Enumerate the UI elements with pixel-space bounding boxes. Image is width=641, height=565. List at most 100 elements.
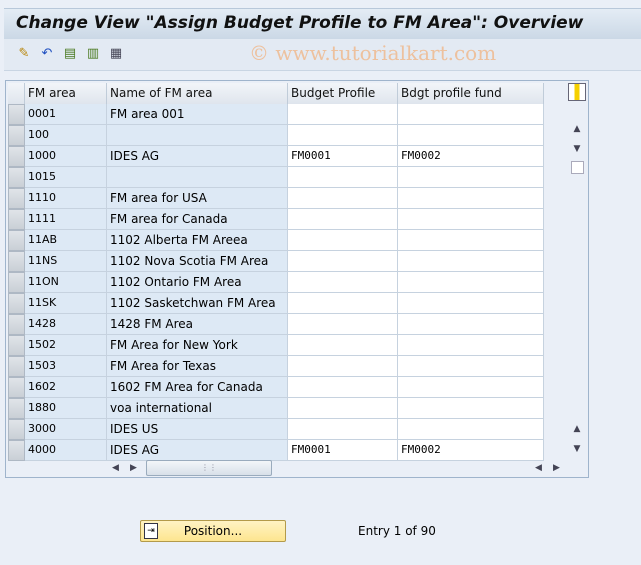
- row-selector[interactable]: [8, 104, 25, 125]
- table-row: 4000 IDES AG FM0001 FM0002: [8, 440, 544, 461]
- cell-budget-profile[interactable]: [288, 104, 398, 125]
- horizontal-scroll-thumb[interactable]: ⋮⋮: [146, 460, 272, 476]
- row-selector[interactable]: [8, 125, 25, 146]
- column-header-fm-area[interactable]: FM area: [25, 83, 107, 104]
- cell-budget-profile[interactable]: [288, 419, 398, 440]
- cell-bdgt-profile-fund[interactable]: [398, 335, 544, 356]
- table-row: 1428 1428 FM Area: [8, 314, 544, 335]
- undo-icon[interactable]: ↶: [39, 46, 55, 62]
- cell-budget-profile[interactable]: [288, 314, 398, 335]
- select-block-icon[interactable]: ▥: [85, 46, 101, 62]
- scroll-left-end-button[interactable]: ◀: [535, 460, 542, 476]
- scroll-up-button[interactable]: ▲: [569, 121, 585, 137]
- cell-bdgt-profile-fund[interactable]: [398, 314, 544, 335]
- cell-name: FM area 001: [107, 104, 288, 125]
- table-row: 1502 FM Area for New York: [8, 335, 544, 356]
- cell-budget-profile[interactable]: [288, 272, 398, 293]
- row-selector[interactable]: [8, 377, 25, 398]
- cell-budget-profile[interactable]: [288, 377, 398, 398]
- cell-budget-profile[interactable]: [288, 335, 398, 356]
- cell-budget-profile[interactable]: [288, 293, 398, 314]
- cell-budget-profile[interactable]: [288, 188, 398, 209]
- cell-bdgt-profile-fund[interactable]: [398, 377, 544, 398]
- cell-bdgt-profile-fund[interactable]: [398, 209, 544, 230]
- cell-bdgt-profile-fund[interactable]: [398, 419, 544, 440]
- table-row: 0001 FM area 001: [8, 104, 544, 125]
- row-selector[interactable]: [8, 230, 25, 251]
- cell-name: voa international: [107, 398, 288, 419]
- cell-budget-profile[interactable]: [288, 167, 398, 188]
- row-selector[interactable]: [8, 419, 25, 440]
- scroll-down-bottom-button[interactable]: ▼: [569, 441, 585, 457]
- row-selector[interactable]: [8, 398, 25, 419]
- column-header-name[interactable]: Name of FM area: [107, 83, 288, 104]
- row-selector[interactable]: [8, 335, 25, 356]
- cell-budget-profile[interactable]: [288, 356, 398, 377]
- row-selector[interactable]: [8, 356, 25, 377]
- cell-bdgt-profile-fund[interactable]: [398, 104, 544, 125]
- cell-name: [107, 125, 288, 146]
- cell-bdgt-profile-fund[interactable]: [398, 167, 544, 188]
- column-header-budget-profile[interactable]: Budget Profile: [288, 83, 398, 104]
- row-selector[interactable]: [8, 293, 25, 314]
- cell-fm-area: 1503: [25, 356, 107, 377]
- select-all-icon[interactable]: ▤: [62, 46, 78, 62]
- table-row: 11NS 1102 Nova Scotia FM Area: [8, 251, 544, 272]
- entry-counter: Entry 1 of 90: [358, 524, 436, 538]
- cell-budget-profile[interactable]: [288, 125, 398, 146]
- deselect-all-icon[interactable]: ▦: [108, 46, 124, 62]
- cell-fm-area: 1502: [25, 335, 107, 356]
- row-selector[interactable]: [8, 188, 25, 209]
- scroll-right-button[interactable]: ▶: [130, 460, 137, 476]
- cell-fm-area: 1602: [25, 377, 107, 398]
- cell-budget-profile[interactable]: FM0001: [288, 440, 398, 461]
- cell-bdgt-profile-fund[interactable]: [398, 251, 544, 272]
- scroll-up-bottom-button[interactable]: ▲: [569, 421, 585, 437]
- cell-budget-profile[interactable]: FM0001: [288, 146, 398, 167]
- cell-name: IDES AG: [107, 440, 288, 461]
- scroll-down-button[interactable]: ▼: [569, 141, 585, 157]
- select-all-header[interactable]: [8, 83, 25, 104]
- cell-budget-profile[interactable]: [288, 209, 398, 230]
- vertical-scroll-thumb[interactable]: [571, 161, 584, 174]
- row-selector[interactable]: [8, 440, 25, 461]
- row-selector[interactable]: [8, 251, 25, 272]
- cell-bdgt-profile-fund[interactable]: [398, 356, 544, 377]
- cell-bdgt-profile-fund[interactable]: [398, 293, 544, 314]
- table-row: 1111 FM area for Canada: [8, 209, 544, 230]
- row-selector[interactable]: [8, 167, 25, 188]
- cell-budget-profile[interactable]: [288, 230, 398, 251]
- position-button[interactable]: ⇥ Position...: [140, 520, 286, 542]
- cell-budget-profile[interactable]: [288, 398, 398, 419]
- column-header-bdgt-profile-fund[interactable]: Bdgt profile fund: [398, 83, 544, 104]
- cell-bdgt-profile-fund[interactable]: [398, 125, 544, 146]
- cell-name: 1428 FM Area: [107, 314, 288, 335]
- cell-name: FM Area for Texas: [107, 356, 288, 377]
- cell-bdgt-profile-fund[interactable]: [398, 272, 544, 293]
- cell-bdgt-profile-fund[interactable]: [398, 398, 544, 419]
- row-selector[interactable]: [8, 314, 25, 335]
- row-selector[interactable]: [8, 146, 25, 167]
- fm-area-table: FM area Name of FM area Budget Profile B…: [5, 80, 589, 478]
- table-row: 1602 1602 FM Area for Canada: [8, 377, 544, 398]
- cell-fm-area: 1015: [25, 167, 107, 188]
- scroll-right-end-button[interactable]: ▶: [553, 460, 560, 476]
- row-selector[interactable]: [8, 209, 25, 230]
- cell-fm-area: 1110: [25, 188, 107, 209]
- table-row: 3000 IDES US: [8, 419, 544, 440]
- cell-bdgt-profile-fund[interactable]: FM0002: [398, 440, 544, 461]
- scroll-left-button[interactable]: ◀: [112, 460, 119, 476]
- cell-bdgt-profile-fund[interactable]: [398, 188, 544, 209]
- cell-bdgt-profile-fund[interactable]: [398, 230, 544, 251]
- position-button-label: Position...: [183, 524, 243, 538]
- cell-name: FM area for Canada: [107, 209, 288, 230]
- row-selector[interactable]: [8, 272, 25, 293]
- table-row: 1880 voa international: [8, 398, 544, 419]
- cell-bdgt-profile-fund[interactable]: FM0002: [398, 146, 544, 167]
- table-row: 11ON 1102 Ontario FM Area: [8, 272, 544, 293]
- column-settings-icon[interactable]: [568, 83, 586, 101]
- cell-budget-profile[interactable]: [288, 251, 398, 272]
- cell-fm-area: 11AB: [25, 230, 107, 251]
- edit-pencil-icon[interactable]: ✎: [16, 46, 32, 62]
- table-row: 1000 IDES AG FM0001 FM0002: [8, 146, 544, 167]
